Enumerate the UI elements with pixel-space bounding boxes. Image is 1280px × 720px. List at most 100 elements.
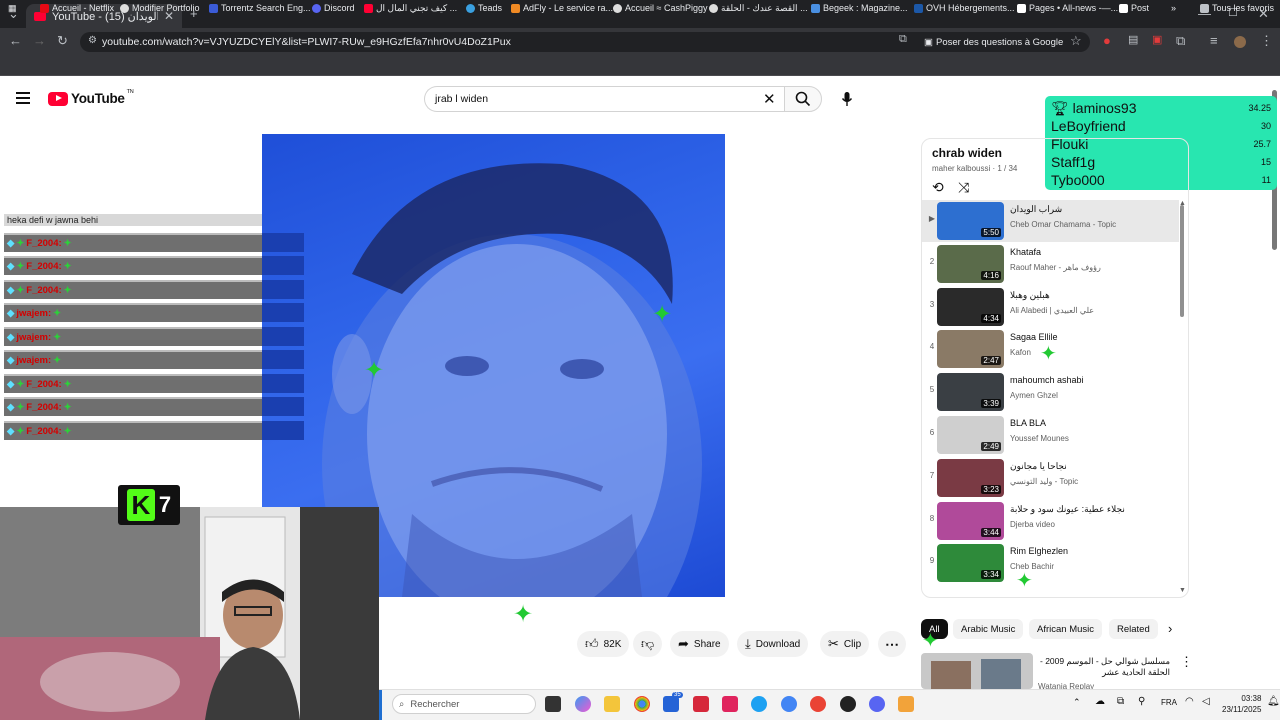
more-bookmarks-icon[interactable]: » — [1171, 3, 1176, 13]
app-icon[interactable] — [722, 696, 738, 712]
bookmark-item[interactable]: Modifier Portfolio — [120, 3, 200, 13]
search-input[interactable]: jrab l widen — [424, 86, 784, 112]
playlist-item-index: 3 — [929, 300, 935, 309]
chat-message: ◆ ✦ F_2004: ✦ — [4, 421, 304, 440]
bookmark-item[interactable]: AdFly - Le service ra... — [511, 3, 613, 13]
reading-list-icon[interactable]: ≡ — [1210, 33, 1218, 48]
bookmark-item[interactable]: القصة عندك - الحلقة ... — [709, 3, 808, 14]
more-actions-button[interactable]: ⋯ — [878, 631, 906, 657]
bookmark-item[interactable]: Post — [1119, 3, 1149, 13]
tray-icon[interactable]: ⧉ — [1117, 696, 1124, 707]
outlook-icon[interactable] — [663, 696, 679, 712]
chrome-icon[interactable] — [634, 696, 650, 712]
scroll-down-icon[interactable]: ▼ — [1179, 587, 1186, 594]
site-info-icon[interactable]: ⚙ — [88, 35, 97, 46]
bookmark-item[interactable]: Accueil - Netflix — [40, 3, 114, 13]
search-button[interactable] — [784, 86, 822, 112]
chip-african-music[interactable]: African Music — [1029, 619, 1103, 639]
guide-menu-icon[interactable] — [16, 92, 30, 104]
download-button[interactable]: ⤓ Download — [737, 631, 809, 657]
playlist-title[interactable]: chrab widen — [932, 146, 1002, 160]
voice-search-button[interactable] — [836, 87, 858, 111]
share-label: Share — [693, 638, 721, 650]
recommended-title[interactable]: مسلسل شوالي حل - الموسم 2009 - الحلقة ال… — [1038, 656, 1170, 678]
playlist-item[interactable]: 6 2:49 BLA BLA Youssef Mounes — [922, 414, 1179, 456]
language-indicator[interactable]: FRA — [1161, 698, 1177, 707]
taskbar-search[interactable]: ⌕ Rechercher — [392, 694, 536, 714]
playlist-scrollbar[interactable] — [1180, 205, 1184, 317]
country-code: TN — [126, 89, 134, 95]
volume-icon[interactable]: ◁ — [1202, 696, 1210, 707]
playlist-item[interactable]: ▶ 5:50 شراب الويدان Cheb Omar Chamama - … — [922, 200, 1179, 242]
bookmark-item[interactable]: Pages • All-news -—... — [1017, 3, 1118, 13]
ask-google-button[interactable]: ▣ Poser des questions à Google — [924, 33, 1063, 51]
app-icon[interactable] — [840, 696, 856, 712]
bookmark-star-icon[interactable]: ☆ — [1070, 33, 1082, 49]
share-button[interactable]: ➦ Share — [670, 631, 729, 657]
chrome-profile-icon[interactable] — [810, 696, 826, 712]
reload-icon[interactable]: ↻ — [57, 33, 68, 49]
playlist-item-index: 6 — [929, 428, 935, 437]
video-duration: 3:39 — [981, 399, 1001, 408]
bookmark-item[interactable]: Teads — [466, 3, 502, 13]
scroll-up-icon[interactable]: ▲ — [1179, 200, 1186, 207]
back-icon[interactable]: ← — [9, 33, 22, 48]
playlist-item[interactable]: 8 3:44 نجلاء عطية: عيونك سود و حلابة Dje… — [922, 500, 1179, 542]
bookmark-item[interactable]: Discord — [312, 3, 355, 13]
bookmark-item[interactable]: Begeek : Magazine... — [811, 3, 908, 13]
like-button[interactable]: 👍︎ 82K — [577, 631, 630, 657]
clear-search-icon[interactable]: ✕ — [763, 90, 776, 108]
all-bookmarks-folder[interactable]: Tous les favoris — [1200, 3, 1274, 13]
loop-icon[interactable]: ⟲ — [932, 179, 944, 196]
install-app-icon[interactable]: ⧉ — [899, 33, 907, 46]
notification-bell-icon[interactable]: 🔔︎ — [1267, 696, 1280, 707]
playlist-item[interactable]: 7 3:23 نجاحا يا مجانون وليد التونسي - To… — [922, 457, 1179, 499]
edge-icon[interactable] — [751, 696, 767, 712]
leaf-emote-icon: ✦ — [63, 426, 72, 437]
video-duration: 3:34 — [981, 570, 1001, 579]
chip-related[interactable]: Related — [1109, 619, 1158, 639]
dislike-button[interactable]: 👎︎ — [633, 631, 663, 657]
system-clock[interactable]: 03:38 23/11/2025 — [1222, 693, 1261, 715]
playlist-item-title: Rim Elghezlen — [1010, 546, 1069, 556]
app-icon[interactable] — [898, 696, 914, 712]
video-thumbnail: 4:34 — [937, 288, 1004, 326]
recommended-thumbnail[interactable] — [921, 653, 1033, 689]
tray-icon[interactable]: ☁ — [1095, 696, 1105, 707]
chevron-up-icon[interactable]: ⌃ — [1073, 697, 1081, 708]
youtube-logo[interactable]: YouTube TN — [48, 89, 134, 106]
forward-icon[interactable]: → — [33, 33, 46, 48]
playlist-item[interactable]: 9 3:34 Rim Elghezlen Cheb Bachir — [922, 542, 1179, 584]
wifi-icon[interactable]: ◠ — [1185, 696, 1194, 707]
bookmark-item[interactable]: OVH Hébergements... — [914, 3, 1015, 13]
playlist-item[interactable]: 2 4:16 Khatafa Raouf Maher - رؤوف ماهر — [922, 243, 1179, 285]
extension-icon[interactable]: ● — [1103, 33, 1111, 48]
extension-icon[interactable]: ▤ — [1128, 33, 1138, 46]
more-vertical-icon[interactable]: ⋮ — [1180, 654, 1193, 670]
copilot-icon[interactable] — [575, 696, 591, 712]
extension-icon[interactable]: ▣ — [1152, 33, 1162, 46]
chevron-right-icon[interactable]: › — [1168, 621, 1172, 636]
menu-kebab-icon[interactable]: ⋮ — [1260, 33, 1273, 49]
playlist-item[interactable]: 5 3:39 mahoumch ashabi Aymen Ghzel — [922, 371, 1179, 413]
bookmark-item[interactable]: كيف تجني المال ال ... — [364, 3, 457, 14]
clip-button[interactable]: ✂ Clip — [820, 631, 870, 657]
tray-icon[interactable]: ⚲ — [1138, 696, 1145, 707]
leaderboard-name: 🏆︎ laminos93 — [1051, 99, 1137, 116]
bookmark-item[interactable]: Accueil ≈ CashPiggy — [613, 3, 707, 13]
task-view-icon[interactable] — [545, 696, 561, 712]
playlist-item[interactable]: 3 4:34 هبلين وهبلا Ali Alabedi | علي الع… — [922, 286, 1179, 328]
apps-grid-icon[interactable]: ▦ — [8, 3, 17, 14]
leaf-emote-icon: ✦ — [63, 402, 72, 413]
profile-avatar[interactable] — [1234, 36, 1246, 48]
chip-arabic-music[interactable]: Arabic Music — [953, 619, 1024, 639]
extensions-puzzle-icon[interactable]: ⧉ — [1176, 33, 1185, 49]
bookmark-item[interactable]: Torrentz Search Eng... — [209, 3, 311, 13]
chrome-profile-icon[interactable] — [781, 696, 797, 712]
sparkle-icon: ✦ — [16, 402, 25, 413]
leaf-emote-icon: ✦ — [53, 332, 62, 343]
discord-icon[interactable] — [869, 696, 885, 712]
file-explorer-icon[interactable] — [604, 696, 620, 712]
wps-icon[interactable] — [693, 696, 709, 712]
shuffle-icon[interactable]: ⤨ — [958, 179, 969, 196]
